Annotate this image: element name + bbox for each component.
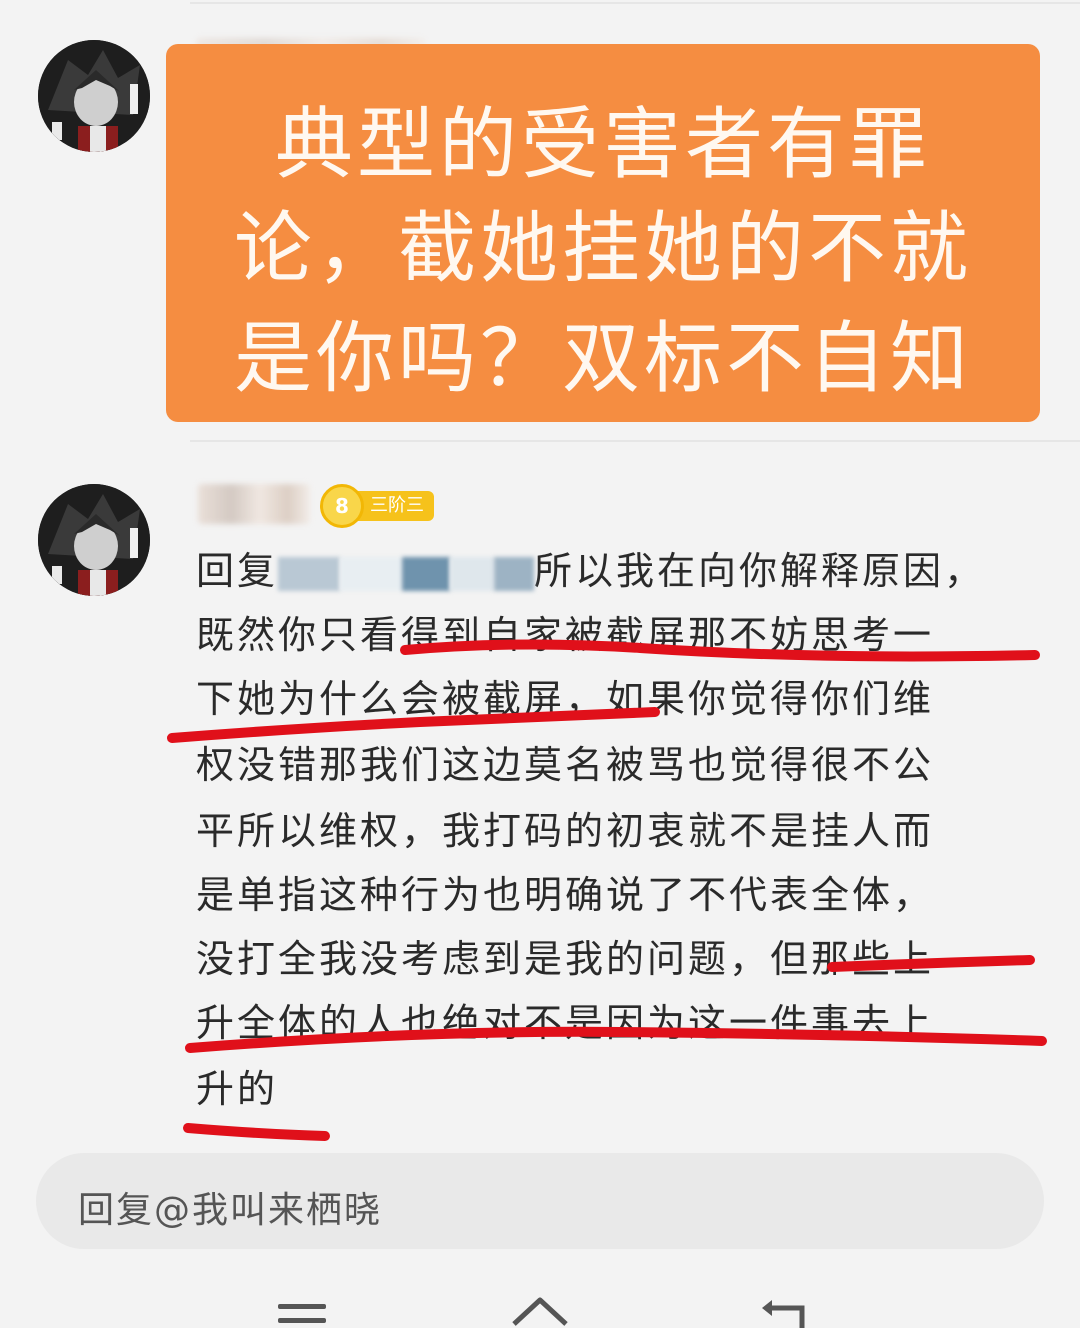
reply-target-blurred <box>340 556 403 591</box>
middle-divider <box>190 440 1080 442</box>
user-level-badge: 8 三阶三 <box>320 484 434 528</box>
comment-line: 没打全我没考虑到是我的问题，但那些上 <box>196 937 935 981</box>
comment-line: 平所以维权，我打码的初衷就不是挂人而 <box>196 809 935 853</box>
post-image-line-1: 典型的受害者有罪 <box>274 100 931 190</box>
comment-line: 下她为什么会被截屏，如果你觉得你们维 <box>196 677 935 721</box>
reply-target-blurred <box>402 556 451 591</box>
post-image[interactable]: 典型的受害者有罪 论，截她挂她的不就 是你吗？双标不自知 <box>166 44 1040 422</box>
reply-line-0: 回复 所以我在向你解释原因， <box>196 552 985 591</box>
reply-target-blurred <box>494 556 535 591</box>
comment-line: 升全体的人也绝对不是因为这一件事去上 <box>196 1001 935 1045</box>
avatar[interactable] <box>38 40 150 152</box>
reply-tail: 所以我在向你解释原因， <box>534 549 986 593</box>
back-icon[interactable] <box>752 1290 812 1328</box>
top-divider <box>190 2 1080 4</box>
comment-line: 升的 <box>196 1067 279 1111</box>
reply-prefix: 回复 <box>196 549 279 593</box>
reply-input[interactable]: 回复@我叫来栖晓 <box>36 1153 1044 1249</box>
system-nav-bar <box>0 1290 1080 1328</box>
reply-input-placeholder: 回复@我叫来栖晓 <box>78 1190 383 1231</box>
username-blurred[interactable] <box>198 484 310 524</box>
comment-line: 是单指这种行为也明确说了不代表全体， <box>196 873 935 917</box>
rank-tag: 三阶三 <box>354 491 434 521</box>
home-icon[interactable] <box>508 1290 572 1328</box>
post-image-line-2: 论，截她挂她的不就 <box>233 204 972 294</box>
comment-line: 权没错那我们这边莫名被骂也觉得很不公 <box>196 743 935 787</box>
reply-target-blurred <box>450 556 495 591</box>
menu-icon[interactable] <box>272 1290 332 1328</box>
avatar[interactable] <box>38 484 150 596</box>
post-image-line-3: 是你吗？双标不自知 <box>233 314 972 404</box>
comment-line: 既然你只看得到自家被截屏那不妨思考一 <box>196 613 935 657</box>
reply-target-blurred[interactable] <box>278 556 341 591</box>
level-badge-icon: 8 <box>320 484 364 528</box>
